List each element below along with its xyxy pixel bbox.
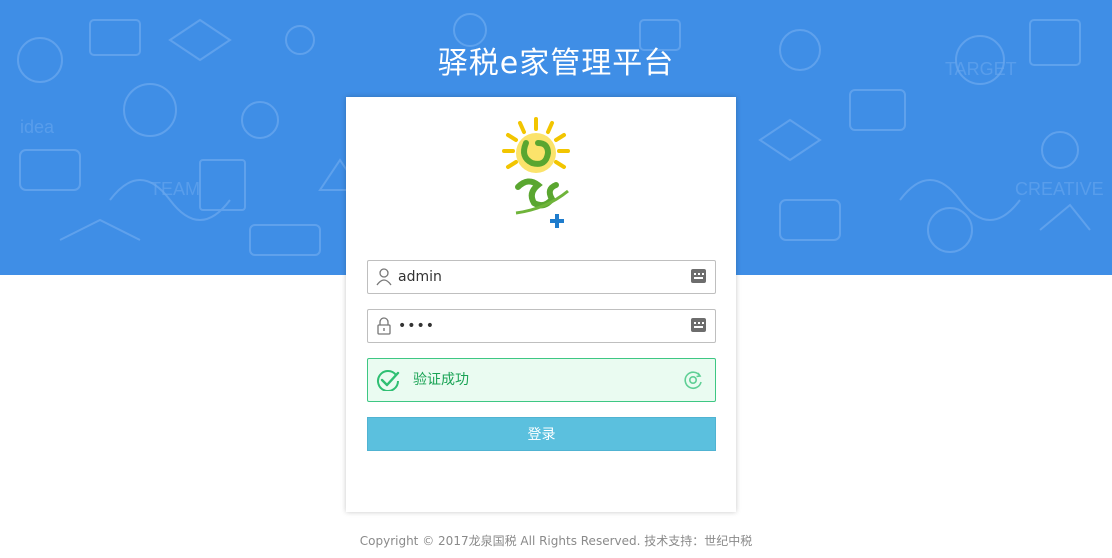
page-title: 驿税e家管理平台: [437, 46, 675, 81]
lock-icon: [377, 317, 391, 335]
password-field[interactable]: ••••: [367, 309, 716, 343]
captcha-verify-box[interactable]: 验证成功: [367, 358, 716, 402]
username-value[interactable]: admin: [398, 261, 442, 293]
login-button[interactable]: 登录: [367, 417, 716, 451]
check-circle-icon: [377, 370, 400, 391]
svg-text:CREATIVE: CREATIVE: [1015, 179, 1104, 199]
username-field[interactable]: admin: [367, 260, 716, 294]
copyright-label: Copyright: [359, 534, 419, 548]
copyright-symbol: ©: [422, 534, 435, 548]
keyboard-icon[interactable]: [691, 318, 706, 332]
copyright-text: 2017龙泉国税 All Rights Reserved. 技术支持：世纪中税: [438, 534, 753, 548]
verify-status-text: 验证成功: [413, 372, 469, 388]
svg-text:idea: idea: [20, 117, 55, 137]
brand-logo: [502, 117, 570, 228]
user-icon: [376, 268, 392, 286]
footer: Copyright © 2017龙泉国税 All Rights Reserved…: [0, 532, 1112, 549]
svg-text:TEAM: TEAM: [150, 179, 200, 199]
password-value[interactable]: ••••: [398, 310, 435, 342]
refresh-icon[interactable]: [683, 370, 703, 390]
login-card: admin •••• 验证成功 登录: [346, 97, 736, 512]
keyboard-icon[interactable]: [691, 269, 706, 283]
